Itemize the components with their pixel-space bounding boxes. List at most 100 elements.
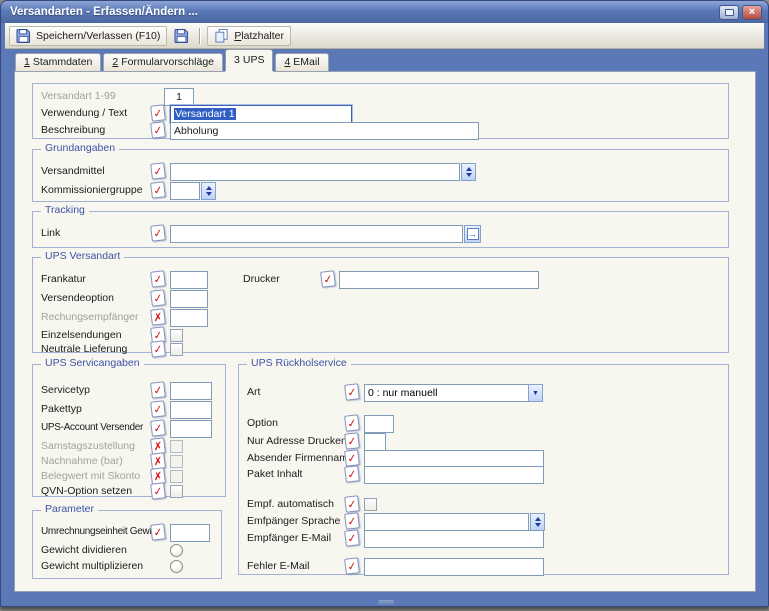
belegwert-label: Belegwert mit Skonto xyxy=(41,470,141,482)
group-tracking: Tracking Link ✓ → xyxy=(32,204,729,248)
red-check-icon[interactable]: ✓ xyxy=(344,495,360,513)
chevron-down-icon[interactable]: ▼ xyxy=(528,384,543,402)
art-selected-value: 0 : nur manuell xyxy=(364,384,529,402)
gewicht-dividieren-label: Gewicht dividieren xyxy=(41,544,127,556)
frankatur-input[interactable] xyxy=(170,271,208,289)
red-check-icon[interactable]: ✓ xyxy=(150,181,166,199)
kommissioniergruppe-combo[interactable] xyxy=(170,182,216,200)
row-empfaenger-sprache: Emfpänger Sprache ✓ xyxy=(239,512,728,531)
drucker-input[interactable] xyxy=(339,271,539,289)
group-header: Versandart 1-99 Verwendung / Text ✓ Vers… xyxy=(32,83,729,140)
ups-account-input[interactable] xyxy=(170,420,212,438)
dialog-window: Versandarten - Erfassen/Ändern ... × Spe… xyxy=(0,0,769,607)
row-kommissioniergruppe: Kommissioniergruppe ✓ xyxy=(33,181,728,200)
close-button[interactable]: × xyxy=(742,4,762,20)
umrechnungseinheit-label: Umrechnungseinheit Gewicht xyxy=(41,526,164,537)
red-check-icon[interactable]: ✓ xyxy=(150,104,166,122)
toolbar: Speichern/Verlassen (F10) Platzhalter xyxy=(5,23,764,49)
open-link-button[interactable]: → xyxy=(464,225,481,243)
group-ups-servicangaben: UPS Servicangaben Servicetyp ✓ Pakettyp … xyxy=(32,357,226,500)
versandart-nr-input[interactable] xyxy=(164,88,194,106)
nachnahme-checkbox[interactable] xyxy=(170,455,183,468)
red-check-icon[interactable]: ✓ xyxy=(150,400,166,418)
row-fehler-email: Fehler E-Mail ✓ xyxy=(239,557,728,576)
red-check-icon[interactable]: ✓ xyxy=(150,162,166,180)
save-exit-button[interactable]: Speichern/Verlassen (F10) xyxy=(9,25,168,46)
nur-adresse-input[interactable] xyxy=(364,433,386,451)
red-check-icon[interactable]: ✓ xyxy=(150,224,166,242)
red-check-icon[interactable]: ✓ xyxy=(344,383,360,401)
red-check-icon[interactable]: ✓ xyxy=(150,289,166,307)
row-empf-automatisch: Empf. automatisch ✓ xyxy=(239,495,728,514)
servicetyp-input[interactable] xyxy=(170,382,212,400)
empfaenger-sprache-combo[interactable] xyxy=(364,513,545,531)
titlebar[interactable]: Versandarten - Erfassen/Ändern ... × xyxy=(1,1,768,23)
red-check-icon[interactable]: ✓ xyxy=(150,270,166,288)
red-check-icon[interactable]: ✓ xyxy=(150,482,166,500)
group-ups-versandart: UPS Versandart Frankatur ✓ Drucker ✓ Ver… xyxy=(32,250,729,358)
versandmittel-value[interactable] xyxy=(170,163,460,181)
copy-pages-icon xyxy=(214,28,229,43)
gewicht-multiplizieren-radio[interactable] xyxy=(170,560,183,573)
link-input[interactable] xyxy=(170,225,463,243)
up-down-spinner-icon[interactable] xyxy=(461,163,476,181)
platzhalter-button[interactable]: Platzhalter xyxy=(207,25,291,46)
verwendung-input[interactable]: Versandart 1 xyxy=(170,105,352,123)
kommissioniergruppe-value[interactable] xyxy=(170,182,200,200)
row-umrechnungseinheit: Umrechnungseinheit Gewicht ✓ xyxy=(33,523,221,542)
verwendung-label: Verwendung / Text xyxy=(41,107,128,119)
red-check-icon[interactable]: ✓ xyxy=(150,419,166,437)
red-check-icon[interactable]: ✓ xyxy=(344,449,360,467)
maximize-button[interactable] xyxy=(719,4,739,20)
red-check-icon[interactable]: ✓ xyxy=(344,529,360,547)
samstagszustellung-checkbox[interactable] xyxy=(170,440,183,453)
neutrale-lieferung-checkbox[interactable] xyxy=(170,343,183,356)
resize-grip[interactable] xyxy=(378,600,394,605)
up-down-spinner-icon[interactable] xyxy=(530,513,545,531)
red-check-icon[interactable]: ✓ xyxy=(344,432,360,450)
save-button[interactable] xyxy=(171,26,192,46)
tab-stammdaten[interactable]: 1 Stammdaten xyxy=(15,53,102,71)
gewicht-dividieren-radio[interactable] xyxy=(170,544,183,557)
red-check-icon[interactable]: ✓ xyxy=(344,465,360,483)
red-check-icon[interactable]: ✓ xyxy=(320,270,336,288)
red-check-icon[interactable]: ✓ xyxy=(150,121,166,139)
red-cross-icon[interactable]: ✗ xyxy=(150,308,166,326)
servicetyp-label: Servicetyp xyxy=(41,384,91,396)
paket-inhalt-input[interactable] xyxy=(364,466,544,484)
tab-ups[interactable]: 3 UPS xyxy=(225,49,274,71)
art-label: Art xyxy=(247,386,261,398)
art-select[interactable]: 0 : nur manuell ▼ xyxy=(364,384,543,402)
red-check-icon[interactable]: ✓ xyxy=(344,512,360,530)
up-down-spinner-icon[interactable] xyxy=(201,182,216,200)
empf-automatisch-checkbox[interactable] xyxy=(364,498,377,511)
row-art: Art ✓ 0 : nur manuell ▼ xyxy=(239,383,728,402)
row-versendeoption: Versendeoption ✓ xyxy=(33,289,728,308)
beschreibung-input[interactable] xyxy=(170,122,479,140)
fehler-email-input[interactable] xyxy=(364,558,544,576)
red-check-icon[interactable]: ✓ xyxy=(344,557,360,575)
red-check-icon[interactable]: ✓ xyxy=(344,414,360,432)
versandmittel-combo[interactable] xyxy=(170,163,476,181)
red-check-icon[interactable]: ✓ xyxy=(150,340,166,358)
qvn-option-checkbox[interactable] xyxy=(170,485,183,498)
tab-formularvorschlaege[interactable]: 2 Formularvorschläge xyxy=(103,53,224,71)
umrechnungseinheit-input[interactable] xyxy=(170,524,210,542)
rechnungsempfaenger-input[interactable] xyxy=(170,309,208,327)
pakettyp-input[interactable] xyxy=(170,401,212,419)
row-beschreibung: Beschreibung ✓ xyxy=(33,121,728,140)
drucker-label: Drucker xyxy=(243,273,280,285)
belegwert-checkbox[interactable] xyxy=(170,470,183,483)
red-check-icon[interactable]: ✓ xyxy=(150,523,166,541)
frankatur-label: Frankatur xyxy=(41,273,86,285)
versendeoption-input[interactable] xyxy=(170,290,208,308)
empf-automatisch-label: Empf. automatisch xyxy=(247,498,334,510)
platzhalter-label: Platzhalter xyxy=(234,29,284,42)
row-nur-adresse: Nur Adresse Drucken ✓ xyxy=(239,432,728,451)
option-label: Option xyxy=(247,417,278,429)
empfaenger-email-input[interactable] xyxy=(364,530,544,548)
tab-email[interactable]: 4 EMail xyxy=(275,53,329,71)
red-check-icon[interactable]: ✓ xyxy=(150,381,166,399)
row-option: Option ✓ xyxy=(239,414,728,433)
option-input[interactable] xyxy=(364,415,394,433)
